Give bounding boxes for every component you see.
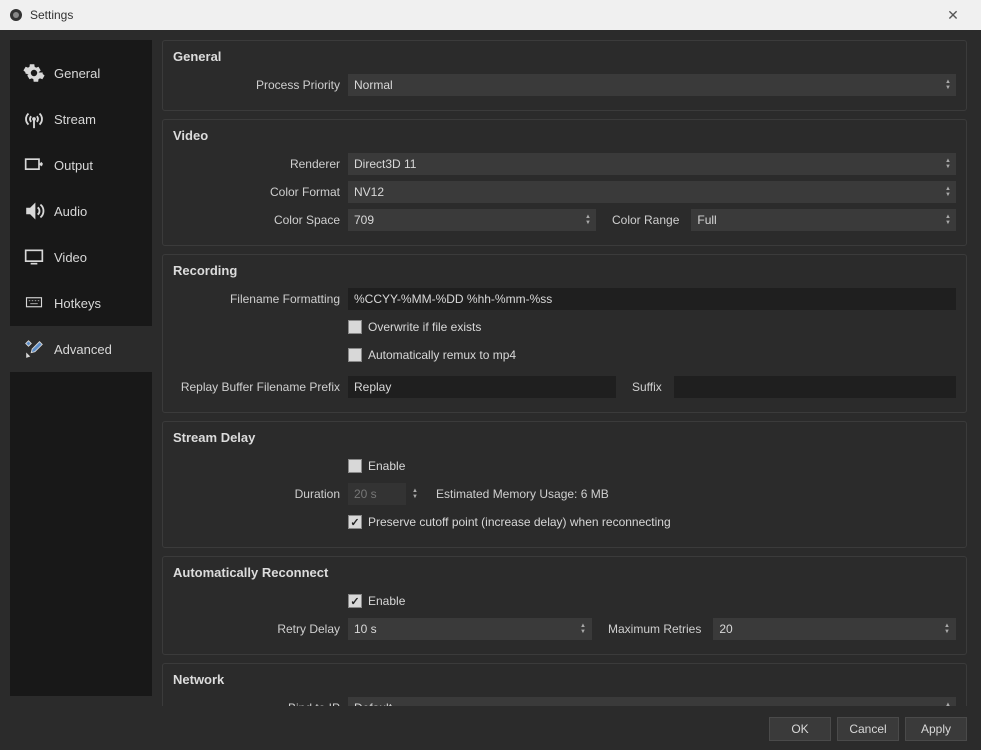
- sidebar-item-label: General: [54, 66, 100, 81]
- max-retries-spinbox[interactable]: 20: [713, 618, 956, 640]
- window-title: Settings: [30, 8, 933, 22]
- group-general: General Process Priority Normal: [162, 40, 967, 111]
- replay-prefix-input[interactable]: Replay: [348, 376, 616, 398]
- chevron-updown-icon: [942, 155, 954, 173]
- process-priority-select[interactable]: Normal: [348, 74, 956, 96]
- chevron-updown-icon: [576, 620, 590, 638]
- process-priority-label: Process Priority: [173, 78, 348, 92]
- close-button[interactable]: ✕: [933, 7, 973, 24]
- gear-icon: [20, 62, 48, 84]
- filename-formatting-label: Filename Formatting: [173, 292, 348, 306]
- color-range-label: Color Range: [602, 213, 685, 227]
- group-title: Video: [163, 120, 966, 149]
- color-format-select[interactable]: NV12: [348, 181, 956, 203]
- group-title: General: [163, 41, 966, 70]
- sidebar-item-output[interactable]: Output: [10, 142, 152, 188]
- bind-ip-label: Bind to IP: [173, 701, 348, 706]
- sidebar-item-label: Output: [54, 158, 93, 173]
- chevron-updown-icon: [942, 76, 954, 94]
- antenna-icon: [20, 108, 48, 130]
- duration-label: Duration: [173, 487, 348, 501]
- sidebar-item-hotkeys[interactable]: Hotkeys: [10, 280, 152, 326]
- group-network: Network Bind to IP Default: [162, 663, 967, 706]
- sidebar-item-label: Video: [54, 250, 87, 265]
- group-title: Stream Delay: [163, 422, 966, 451]
- sidebar-item-label: Audio: [54, 204, 87, 219]
- app-icon: [8, 7, 24, 23]
- memory-usage-label: Estimated Memory Usage: 6 MB: [432, 487, 615, 501]
- output-icon: [20, 154, 48, 176]
- cancel-button[interactable]: Cancel: [837, 717, 899, 741]
- max-retries-label: Maximum Retries: [598, 622, 707, 636]
- tools-icon: [20, 338, 48, 360]
- preserve-cutoff-checkbox[interactable]: Preserve cutoff point (increase delay) w…: [348, 515, 671, 529]
- retry-delay-spinbox[interactable]: 10 s: [348, 618, 592, 640]
- dialog-footer: OK Cancel Apply: [0, 706, 981, 750]
- checkbox-icon: [348, 459, 362, 473]
- group-auto-reconnect: Automatically Reconnect Enable Retry Del…: [162, 556, 967, 655]
- group-title: Automatically Reconnect: [163, 557, 966, 586]
- retry-delay-label: Retry Delay: [173, 622, 348, 636]
- color-space-label: Color Space: [173, 213, 348, 227]
- sidebar-item-label: Stream: [54, 112, 96, 127]
- checkbox-checked-icon: [348, 594, 362, 608]
- sidebar-item-label: Advanced: [54, 342, 112, 357]
- replay-prefix-label: Replay Buffer Filename Prefix: [173, 380, 348, 394]
- sidebar-item-label: Hotkeys: [54, 296, 101, 311]
- speaker-icon: [20, 200, 48, 222]
- sidebar-item-general[interactable]: General: [10, 50, 152, 96]
- suffix-input[interactable]: [674, 376, 956, 398]
- checkbox-checked-icon: [348, 515, 362, 529]
- ok-button[interactable]: OK: [769, 717, 831, 741]
- sidebar-item-video[interactable]: Video: [10, 234, 152, 280]
- sidebar: General Stream Output Audio: [10, 40, 152, 696]
- remux-checkbox[interactable]: Automatically remux to mp4: [348, 348, 516, 362]
- group-recording: Recording Filename Formatting %CCYY-%MM-…: [162, 254, 967, 413]
- suffix-label: Suffix: [622, 380, 668, 394]
- renderer-label: Renderer: [173, 157, 348, 171]
- color-format-label: Color Format: [173, 185, 348, 199]
- chevron-updown-icon: [940, 620, 954, 638]
- apply-button[interactable]: Apply: [905, 717, 967, 741]
- overwrite-checkbox[interactable]: Overwrite if file exists: [348, 320, 481, 334]
- group-title: Recording: [163, 255, 966, 284]
- chevron-updown-icon: [408, 485, 422, 503]
- filename-formatting-input[interactable]: %CCYY-%MM-%DD %hh-%mm-%ss: [348, 288, 956, 310]
- sidebar-item-stream[interactable]: Stream: [10, 96, 152, 142]
- checkbox-icon: [348, 320, 362, 334]
- sidebar-item-advanced[interactable]: Advanced: [10, 326, 152, 372]
- chevron-updown-icon: [582, 211, 594, 229]
- group-stream-delay: Stream Delay Enable Duration: [162, 421, 967, 548]
- renderer-select[interactable]: Direct3D 11: [348, 153, 956, 175]
- titlebar: Settings ✕: [0, 0, 981, 30]
- group-title: Network: [163, 664, 966, 693]
- chevron-updown-icon: [942, 699, 954, 706]
- chevron-updown-icon: [942, 183, 954, 201]
- settings-window: Settings ✕ General Stream Output: [0, 0, 981, 750]
- stream-delay-enable-checkbox[interactable]: Enable: [348, 459, 405, 473]
- bind-ip-select[interactable]: Default: [348, 697, 956, 706]
- reconnect-enable-checkbox[interactable]: Enable: [348, 594, 405, 608]
- settings-content[interactable]: General Process Priority Normal: [152, 30, 981, 706]
- color-space-select[interactable]: 709: [348, 209, 596, 231]
- sidebar-item-audio[interactable]: Audio: [10, 188, 152, 234]
- group-video: Video Renderer Direct3D 11 Color Format: [162, 119, 967, 246]
- chevron-updown-icon: [942, 211, 954, 229]
- color-range-select[interactable]: Full: [691, 209, 956, 231]
- checkbox-icon: [348, 348, 362, 362]
- keyboard-icon: [20, 292, 48, 314]
- duration-spinbox[interactable]: 20 s: [348, 483, 406, 505]
- monitor-icon: [20, 246, 48, 268]
- window-body: General Stream Output Audio: [0, 30, 981, 706]
